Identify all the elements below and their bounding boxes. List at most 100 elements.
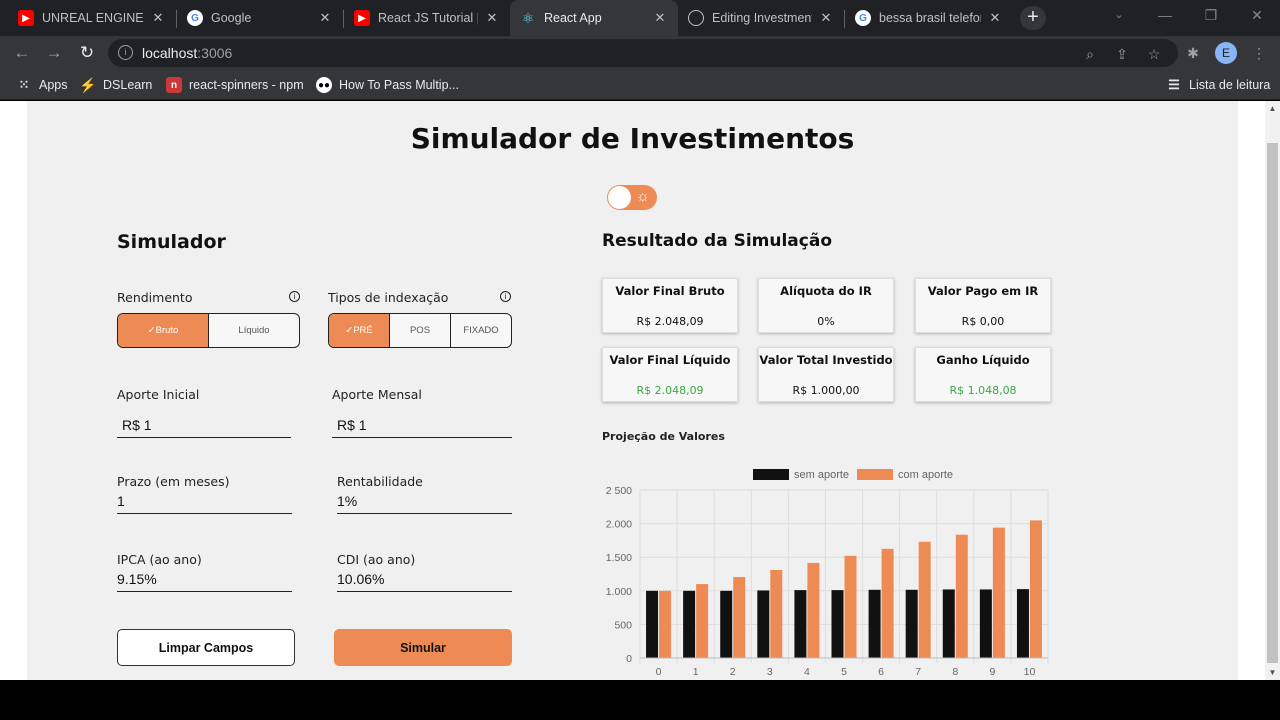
address-bar[interactable]: i localhost:3006 ⌕ ⇪ ☆	[108, 39, 1178, 67]
bar-sem-aporte	[794, 590, 807, 658]
close-icon[interactable]: ✕	[317, 10, 333, 26]
browser-tab-react-app[interactable]: ⚛ React App ✕	[510, 0, 678, 36]
browser-tab-unreal[interactable]: ▶ UNREAL ENGINE (d ✕	[8, 3, 176, 33]
indexacao-pos-option[interactable]: POS	[389, 314, 450, 347]
forward-icon[interactable]: →	[42, 41, 66, 65]
url-text: localhost:3006	[142, 45, 233, 61]
scroll-down-icon[interactable]: ▼	[1265, 665, 1280, 680]
ipca-input[interactable]	[117, 566, 292, 592]
rendimento-liquido-option[interactable]: Líquido	[208, 314, 299, 347]
reading-list-button[interactable]: ☰ Lista de leitura	[1166, 76, 1270, 94]
legend-label: com aporte	[898, 469, 953, 481]
bar-com-aporte	[844, 555, 857, 658]
indexacao-fixado-option[interactable]: FIXADO	[450, 314, 511, 347]
clear-fields-button[interactable]: Limpar Campos	[117, 629, 295, 666]
cdi-input[interactable]	[337, 566, 512, 592]
bookmark-react-spinners[interactable]: n react-spinners - npm	[166, 76, 304, 94]
info-icon[interactable]: i	[289, 291, 300, 302]
profile-avatar[interactable]: E	[1215, 42, 1237, 64]
x-tick-label: 5	[841, 666, 847, 678]
reload-icon[interactable]: ↻	[75, 41, 99, 65]
minimize-icon[interactable]: —	[1142, 0, 1188, 32]
bar-com-aporte	[992, 527, 1005, 658]
aporte-mensal-label: Aporte Mensal	[332, 387, 422, 402]
projection-chart: sem aporte com aporte 0 500 1.000 1.500 2.000 2…	[606, 469, 1049, 678]
bar-com-aporte	[955, 534, 968, 658]
indexacao-label: Tipos de indexação	[328, 290, 449, 305]
close-icon[interactable]: ✕	[818, 10, 834, 26]
close-icon[interactable]: ✕	[484, 10, 500, 26]
card-value: 0%	[817, 315, 835, 328]
dev-icon: ●●	[316, 77, 332, 93]
x-tick-label: 8	[952, 666, 958, 678]
prazo-input[interactable]	[117, 488, 292, 514]
bookmark-dslearn[interactable]: ⚡ DSLearn	[79, 76, 152, 94]
aporte-mensal-input[interactable]	[332, 412, 512, 438]
y-tick-label: 2.000	[606, 519, 632, 531]
result-card: Valor Pago em IR R$ 0,00	[915, 278, 1051, 333]
card-value: R$ 0,00	[961, 315, 1005, 328]
bottom-bar	[0, 680, 1280, 720]
zoom-icon[interactable]: ⌕	[1080, 44, 1100, 64]
browser-toolbar: ← → ↻ i localhost:3006 ⌕ ⇪ ☆ ✱ E ⋮	[0, 36, 1280, 70]
tab-search-icon[interactable]: ⌄	[1096, 0, 1142, 32]
indexacao-pre-option[interactable]: ✓PRÉ	[329, 314, 389, 347]
rendimento-bruto-option[interactable]: ✓Bruto	[118, 314, 208, 347]
browser-tab-react-tutorial[interactable]: ▶ React JS Tutorial | ( ✕	[344, 3, 510, 33]
close-icon[interactable]: ✕	[652, 10, 668, 26]
react-icon: ⚛	[521, 9, 535, 26]
bookmark-apps[interactable]: ⁙ Apps	[16, 76, 68, 94]
rentabilidade-input[interactable]	[337, 488, 512, 514]
browser-tab-bessa[interactable]: G bessa brasil telefon ✕	[845, 3, 1013, 33]
bookmark-star-icon[interactable]: ☆	[1144, 44, 1164, 64]
sun-icon: ☼	[636, 188, 650, 205]
theme-toggle[interactable]: ☼	[607, 185, 657, 210]
x-tick-label: 2	[730, 666, 736, 678]
browser-tab-google[interactable]: G Google ✕	[177, 3, 343, 33]
x-tick-label: 6	[878, 666, 884, 678]
x-tick-label: 7	[915, 666, 921, 678]
bar-com-aporte	[770, 569, 783, 658]
x-tick-label: 4	[804, 666, 810, 678]
bar-com-aporte	[1029, 520, 1042, 658]
reading-list-icon: ☰	[1168, 77, 1180, 92]
scrollbar-thumb[interactable]	[1267, 143, 1278, 663]
maximize-icon[interactable]: ❐	[1188, 0, 1234, 32]
extensions-icon[interactable]: ✱	[1183, 43, 1203, 63]
simulate-button[interactable]: Simular	[334, 629, 512, 666]
page-title: Simulador de Investimentos	[410, 122, 855, 155]
menu-icon[interactable]: ⋮	[1249, 43, 1269, 63]
reading-list-label: Lista de leitura	[1189, 78, 1271, 92]
aporte-inicial-input[interactable]	[117, 412, 291, 438]
x-tick-label: 3	[767, 666, 773, 678]
toggle-knob	[608, 186, 631, 209]
page-scrollbar[interactable]: ▲ ▼	[1265, 101, 1280, 680]
tab-label: bessa brasil telefon	[879, 11, 981, 25]
close-window-icon[interactable]: ✕	[1234, 0, 1280, 32]
back-icon[interactable]: ←	[10, 41, 34, 65]
close-icon[interactable]: ✕	[987, 10, 1003, 26]
legend-label: sem aporte	[794, 469, 849, 481]
browser-tab-github[interactable]: Editing Investment ✕	[678, 3, 844, 33]
scroll-up-icon[interactable]: ▲	[1265, 101, 1280, 116]
legend-swatch	[857, 469, 893, 480]
site-info-icon[interactable]: i	[118, 45, 133, 60]
share-icon[interactable]: ⇪	[1112, 44, 1132, 64]
bar-com-aporte	[918, 541, 931, 658]
bookmarks-bar: ⁙ Apps ⚡ DSLearn n react-spinners - npm …	[0, 70, 1280, 100]
y-tick-label: 0	[626, 653, 632, 665]
google-icon: G	[855, 10, 871, 26]
bookmark-how-to-pass[interactable]: ●● How To Pass Multip...	[316, 76, 459, 94]
chart-title: Projeção de Valores	[602, 430, 725, 443]
new-tab-button[interactable]: +	[1020, 6, 1046, 30]
y-tick-label: 2 500	[606, 485, 632, 497]
info-icon[interactable]: i	[500, 291, 511, 302]
apps-grid-icon: ⁙	[18, 77, 30, 92]
card-title: Valor Final Líquido	[609, 353, 731, 367]
close-icon[interactable]: ✕	[150, 10, 166, 26]
y-tick-label: 1.000	[606, 586, 632, 598]
card-value: R$ 1.000,00	[792, 384, 860, 397]
cdi-label: CDI (ao ano)	[337, 552, 416, 567]
tab-label: Editing Investment	[712, 11, 812, 25]
bar-sem-aporte	[757, 590, 770, 658]
